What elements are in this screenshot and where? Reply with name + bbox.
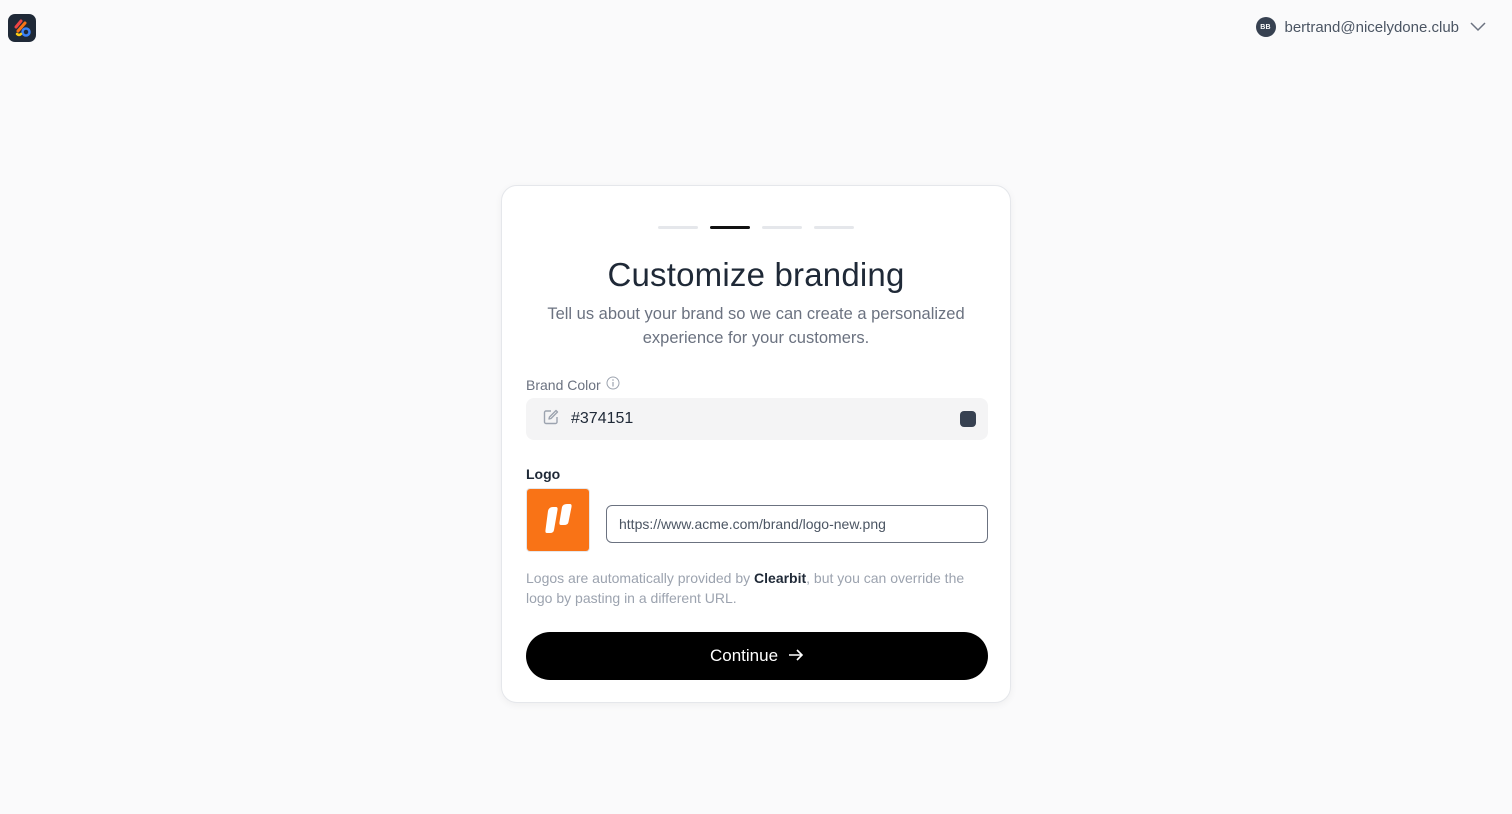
- continue-label: Continue: [709, 646, 779, 665]
- account-email: bertrand@nicelydone.club: [1284, 18, 1460, 36]
- arrow-right-icon: [788, 646, 804, 666]
- continue-button[interactable]: Continue: [526, 632, 988, 680]
- avatar: BB: [1255, 17, 1276, 37]
- logo-hint: Logos are automatically provided by Clea…: [526, 568, 988, 608]
- pencil-square-icon: [542, 408, 560, 431]
- brand-color-input[interactable]: [571, 410, 960, 428]
- brand-color-field[interactable]: [526, 398, 988, 440]
- chevron-down-icon: [1470, 22, 1486, 32]
- info-icon[interactable]: [606, 376, 620, 393]
- logo-url-input[interactable]: [606, 505, 988, 543]
- step-2-current: [710, 226, 750, 229]
- account-menu[interactable]: BB bertrand@nicelydone.club: [1255, 17, 1487, 37]
- color-swatch[interactable]: [960, 411, 976, 427]
- brand-logo-icon: [527, 489, 589, 551]
- hint-prefix: Logos are automatically provided by: [526, 570, 755, 586]
- step-indicator: [502, 226, 1010, 229]
- page-subtitle: Tell us about your brand so we can creat…: [547, 305, 965, 347]
- step-4: [814, 226, 854, 229]
- app-logo-icon[interactable]: [8, 14, 36, 42]
- logo-preview: [526, 488, 590, 552]
- branding-card: Customize branding Tell us about your br…: [501, 185, 1011, 703]
- logo-label: Logo: [526, 466, 561, 482]
- step-1: [658, 226, 698, 229]
- step-3: [762, 226, 802, 229]
- page-title: Customize branding: [607, 256, 905, 293]
- clearbit-link: Clearbit: [754, 570, 807, 586]
- brand-color-label-text: Brand Color: [526, 376, 601, 393]
- brand-color-label: Brand Color: [526, 376, 620, 393]
